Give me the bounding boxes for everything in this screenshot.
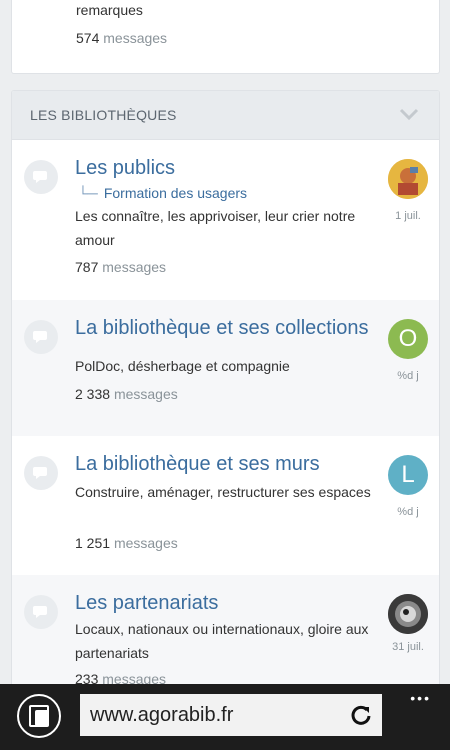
count-label: messages: [113, 386, 178, 402]
avatar[interactable]: [388, 159, 428, 199]
chevron-down-icon[interactable]: [399, 107, 419, 121]
forum-title[interactable]: Les publics: [75, 157, 375, 180]
category-header[interactable]: LES BIBLIOTHÈQUES: [12, 91, 439, 140]
subforum-arrow-icon: └─: [78, 185, 98, 201]
avatar[interactable]: [388, 594, 428, 634]
forum-description: Construire, aménager, restructurer ses e…: [75, 484, 371, 500]
count-value: 574: [76, 30, 100, 46]
forum-title[interactable]: La bibliothèque et ses murs: [75, 453, 395, 476]
address-text: www.agorabib.fr: [90, 704, 234, 726]
forum-row-partenariats: Les partenariats Locaux, nationaux ou in…: [12, 575, 439, 691]
forum-bubble-icon: [24, 456, 58, 490]
forum-description: remarques: [76, 2, 143, 18]
count-label: messages: [113, 535, 178, 551]
forum-message-count: 787 messages: [75, 259, 166, 275]
forum-description: Locaux, nationaux ou internationaux, glo…: [75, 621, 369, 661]
last-post-date: %d j: [397, 506, 419, 518]
forum-bubble-icon: [24, 320, 58, 354]
forum-row-collections: La bibliothèque et ses collections PolDo…: [12, 300, 439, 436]
count-value: 2 338: [75, 386, 111, 402]
refresh-icon[interactable]: [350, 704, 372, 726]
last-post-date: %d j: [397, 370, 419, 382]
browser-bar: www.agorabib.fr •••: [0, 684, 450, 750]
forum-bubble-icon: [24, 160, 58, 194]
forum-description: Les connaître, les apprivoiser, leur cri…: [75, 208, 356, 248]
tabs-icon[interactable]: [17, 694, 61, 738]
forum-message-count: 1 251 messages: [75, 535, 178, 551]
avatar[interactable]: L: [388, 455, 428, 495]
forum-card-top: remarques 574 messages: [11, 0, 440, 74]
last-post-date: 31 juil.: [392, 641, 424, 653]
subforum-label: Formation des usagers: [103, 185, 248, 201]
address-bar[interactable]: www.agorabib.fr: [80, 694, 382, 736]
forum-row-murs: La bibliothèque et ses murs Construire, …: [12, 436, 439, 575]
forum-title[interactable]: Les partenariats: [75, 592, 375, 615]
count-label: messages: [103, 30, 168, 46]
forum-title[interactable]: La bibliothèque et ses collections: [75, 317, 375, 340]
count-value: 787: [75, 259, 99, 275]
category-title: LES BIBLIOTHÈQUES: [30, 107, 177, 123]
forum-row-publics: Les publics └─ Formation des usagers Les …: [12, 140, 439, 300]
forum-bubble-icon: [24, 595, 58, 629]
forum-description: PolDoc, désherbage et compagnie: [75, 358, 290, 374]
count-value: 1 251: [75, 535, 111, 551]
subforum-link[interactable]: └─ Formation des usagers: [78, 185, 247, 201]
category-card: LES BIBLIOTHÈQUES Les publics └─ Formatio…: [11, 90, 440, 692]
avatar[interactable]: O: [388, 319, 428, 359]
count-label: messages: [102, 259, 167, 275]
more-menu-icon[interactable]: •••: [410, 690, 431, 706]
forum-message-count: 2 338 messages: [75, 386, 178, 402]
last-post-date: 1 juil.: [395, 210, 421, 222]
forum-message-count: 574 messages: [76, 30, 167, 46]
